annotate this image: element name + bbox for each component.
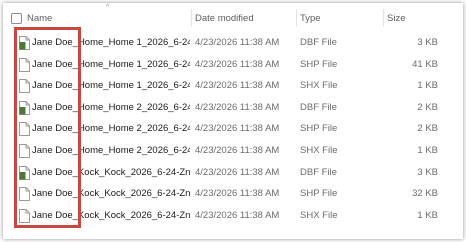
file-date-modified: 4/23/2026 11:38 AM [195,58,280,70]
file-date-modified: 4/23/2026 11:38 AM [195,37,280,48]
file-type: DBF File [300,166,337,178]
file-type: DBF File [300,37,337,48]
file-date-modified: 4/23/2026 11:38 AM [195,209,280,221]
column-divider[interactable] [296,9,297,27]
file-date-modified: 4/23/2026 11:38 AM [195,80,280,92]
file-size: 3 KB [417,37,438,48]
column-divider[interactable] [383,9,384,27]
file-size: 32 KB [412,188,438,200]
file-type: DBF File [300,101,337,113]
file-explorer-window: ^ Name Date modified Type Size Jane Doe_… [3,3,463,239]
column-header-name[interactable]: Name [27,13,52,24]
file-date-modified: 4/23/2026 11:38 AM [195,188,280,200]
file-size: 3 KB [417,166,438,178]
file-type: SHP File [300,123,338,135]
sort-caret-icon: ^ [106,4,110,11]
column-header-size[interactable]: Size [387,13,405,24]
file-date-modified: 4/23/2026 11:38 AM [195,166,280,178]
file-size: 2 KB [417,101,438,113]
file-date-modified: 4/23/2026 11:38 AM [195,101,280,113]
file-date-modified: 4/23/2026 11:38 AM [195,123,280,135]
file-size: 1 KB [417,209,438,221]
column-divider[interactable] [191,9,192,27]
file-size: 2 KB [417,123,438,135]
column-header-type[interactable]: Type [300,13,321,24]
select-all-checkbox[interactable] [11,13,22,24]
column-header-row: ^ Name Date modified Type Size [3,3,463,27]
file-date-modified: 4/23/2026 11:38 AM [195,145,280,156]
file-type: SHX File [300,209,338,221]
column-header-date-modified[interactable]: Date modified [195,13,254,24]
file-size: 1 KB [417,80,438,92]
file-size: 1 KB [417,145,438,156]
file-type: SHP File [300,188,338,200]
highlight-annotation-box [14,27,81,228]
file-type: SHP File [300,58,338,70]
file-type: SHX File [300,145,338,156]
file-type: SHX File [300,80,338,92]
file-size: 41 KB [412,58,438,70]
